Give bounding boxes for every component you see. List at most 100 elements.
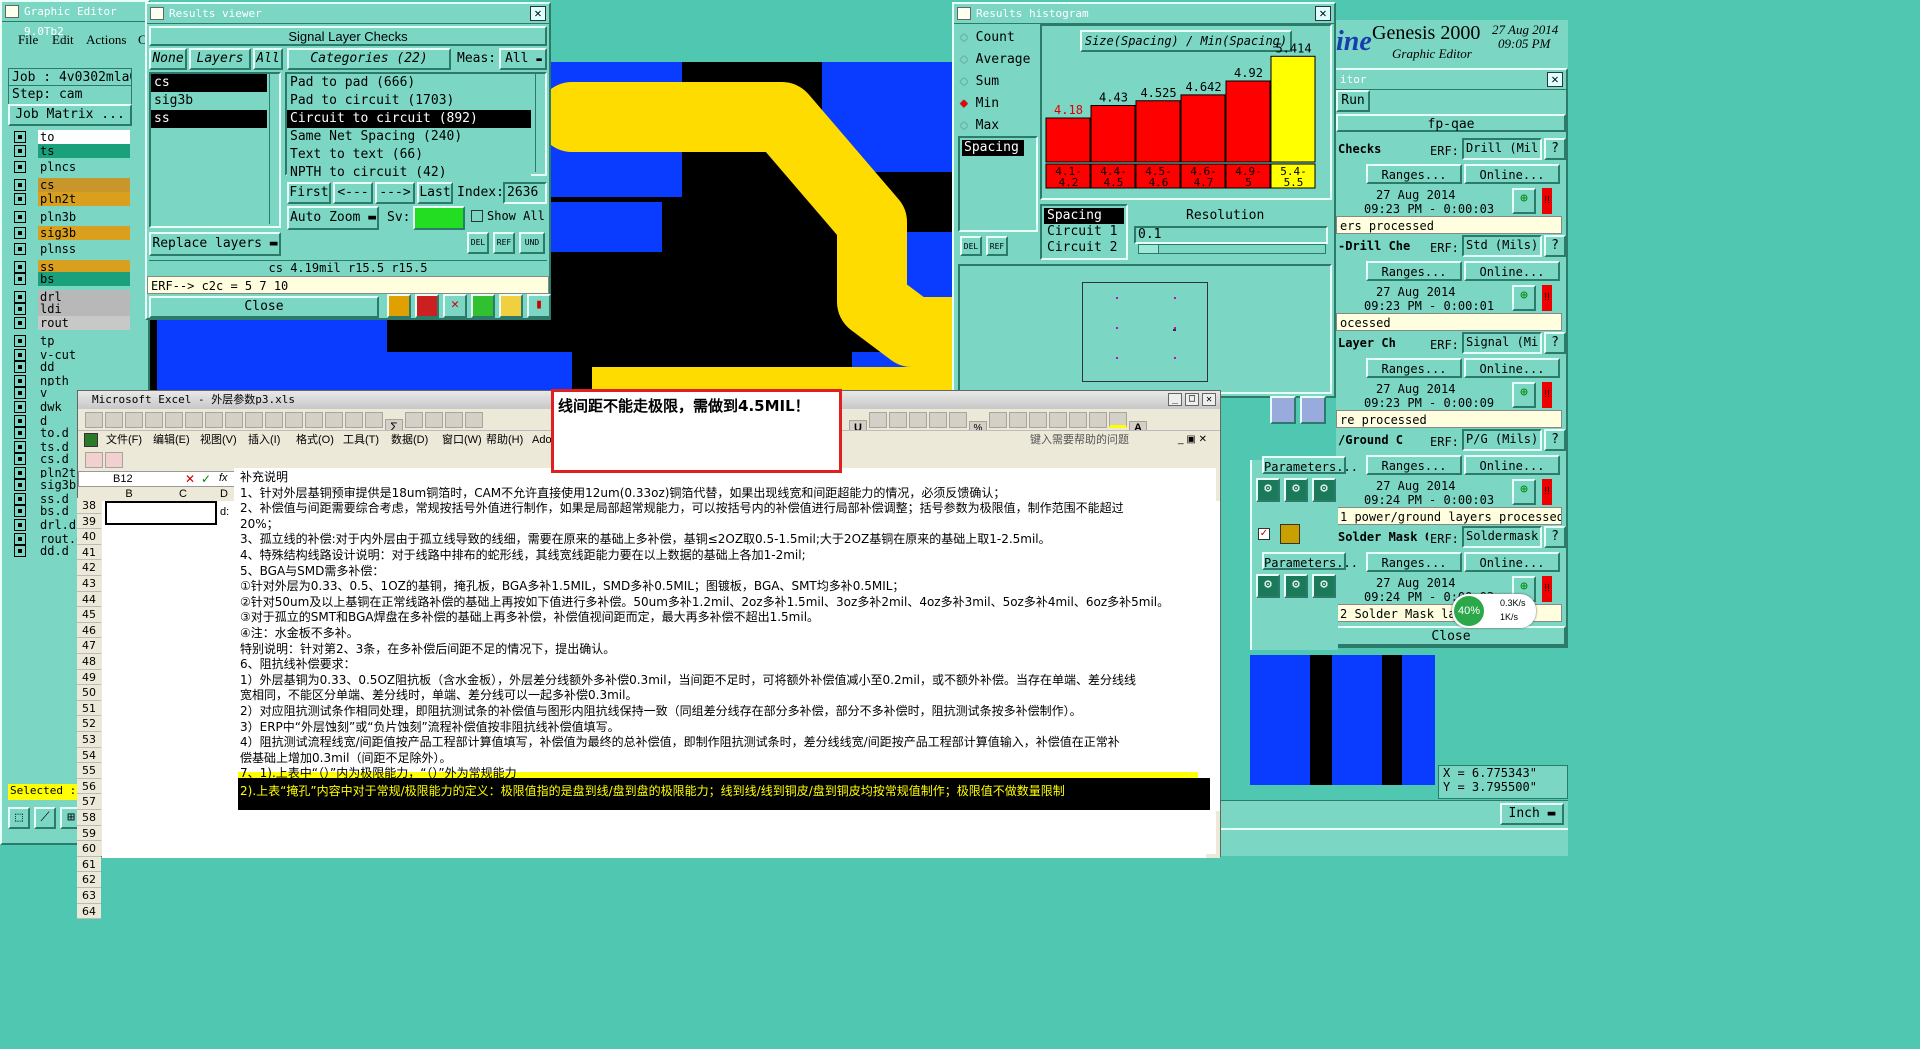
layer-row[interactable]: bs xyxy=(14,272,130,286)
fill-color-icon[interactable] xyxy=(1109,412,1127,428)
format-painter-icon[interactable] xyxy=(305,412,323,428)
paste-icon[interactable] xyxy=(285,412,303,428)
ranges-button[interactable]: Ranges... xyxy=(1366,358,1462,378)
row-number[interactable]: 47 xyxy=(77,638,101,654)
row-number[interactable]: 45 xyxy=(77,607,101,623)
histogram-bar[interactable] xyxy=(1180,94,1226,163)
borders-icon[interactable] xyxy=(1089,412,1107,428)
formula-cancel-icon[interactable]: ✕ xyxy=(185,472,195,486)
fx-label[interactable]: fx xyxy=(219,472,228,484)
layer-checkbox[interactable] xyxy=(14,161,26,173)
maximize-icon[interactable]: □ xyxy=(1185,393,1199,406)
row-number[interactable]: 40 xyxy=(77,529,101,545)
mode-radio[interactable]: ◆ Average xyxy=(960,52,1030,67)
index-input[interactable]: 2636 xyxy=(503,182,547,204)
layer-checkbox[interactable] xyxy=(14,335,26,347)
col-c[interactable]: C xyxy=(156,487,210,501)
histogram-bar[interactable] xyxy=(1135,100,1181,163)
sort-desc-icon[interactable] xyxy=(425,412,443,428)
layer-checkbox[interactable] xyxy=(14,519,26,531)
run-check-icon-3[interactable]: ⚙ xyxy=(1312,574,1336,598)
delete-mark-icon[interactable]: ✕ xyxy=(443,294,467,318)
close-icon[interactable]: ✕ xyxy=(1315,6,1331,21)
run-check-icon-2[interactable]: ⚙ xyxy=(1284,574,1308,598)
measure-item[interactable]: Circuit 1 xyxy=(1044,224,1124,240)
row-number[interactable]: 46 xyxy=(77,622,101,639)
drawing-icon[interactable] xyxy=(465,412,483,428)
row-number[interactable]: 56 xyxy=(77,778,101,795)
comma-icon[interactable] xyxy=(989,412,1007,428)
erf-select[interactable]: Std (Mils) xyxy=(1462,235,1542,257)
close-button[interactable]: Close xyxy=(149,296,379,318)
new-icon[interactable] xyxy=(85,412,103,428)
layer-checkbox[interactable] xyxy=(14,179,26,191)
font-color-icon[interactable]: A xyxy=(1129,421,1147,430)
excel-menu-item[interactable]: 数据(D) xyxy=(391,431,428,449)
excel-menu-item[interactable]: 文件(F) xyxy=(106,431,142,449)
online-button[interactable]: Online... xyxy=(1464,455,1560,475)
align-center-icon[interactable] xyxy=(889,412,907,428)
hist-ref-icon[interactable]: REF xyxy=(986,236,1008,256)
run-check-icon[interactable]: ⚙ xyxy=(1256,478,1280,502)
excel-menu-item[interactable]: 窗口(W) xyxy=(442,431,482,449)
layer-row[interactable]: pln2t xyxy=(14,192,130,206)
layer-checkbox[interactable] xyxy=(14,243,26,255)
tool-icon-2[interactable]: ⟋ xyxy=(34,807,56,829)
online-button[interactable]: Online... xyxy=(1464,164,1560,184)
save-icon[interactable] xyxy=(125,412,143,428)
layer-row[interactable]: dd xyxy=(14,360,130,374)
measure-item[interactable]: Spacing xyxy=(1044,208,1124,224)
layer-row[interactable]: ts xyxy=(14,144,130,158)
menu-edit[interactable]: Edit xyxy=(52,32,74,48)
report-icon[interactable] xyxy=(471,294,495,318)
preview-icon[interactable] xyxy=(185,412,203,428)
tool-icon-1[interactable]: ⬚ xyxy=(8,807,30,829)
row-number[interactable]: 58 xyxy=(77,810,101,826)
excel-menu-item[interactable]: 编辑(E) xyxy=(153,431,190,449)
mode-radio[interactable]: ◆ Count xyxy=(960,30,1015,45)
histogram-bar[interactable] xyxy=(1225,80,1271,163)
layer-checkbox[interactable] xyxy=(14,453,26,465)
permission-icon[interactable] xyxy=(145,412,163,428)
mode-radio[interactable]: ◆ Min xyxy=(960,96,999,111)
row-number[interactable]: 53 xyxy=(77,732,101,748)
cut-icon[interactable] xyxy=(245,412,263,428)
chart-icon[interactable] xyxy=(445,412,463,428)
checklist-close-button[interactable]: Close xyxy=(1336,626,1566,646)
row-number[interactable]: 54 xyxy=(77,747,101,764)
layer-checkbox[interactable] xyxy=(14,193,26,205)
layer-row[interactable]: cs xyxy=(14,178,130,192)
pdf-email-icon[interactable] xyxy=(105,452,123,468)
erf-select[interactable]: Soldermask xyxy=(1462,526,1542,548)
histogram-icon[interactable]: ▮ xyxy=(527,294,551,318)
row-number[interactable]: 61 xyxy=(77,856,101,873)
row-number[interactable]: 59 xyxy=(77,825,101,842)
layer-checkbox[interactable] xyxy=(14,303,26,315)
row-number[interactable]: 55 xyxy=(77,763,101,779)
mode-radio[interactable]: ◆ Max xyxy=(960,118,999,133)
undo-icon[interactable]: UND xyxy=(519,232,545,254)
col-b[interactable]: B xyxy=(102,487,156,501)
help-icon[interactable]: ? xyxy=(1544,526,1566,548)
meas-select[interactable]: All ▬ xyxy=(499,48,547,70)
merge-icon[interactable] xyxy=(929,412,947,428)
category-list-item[interactable]: Pad to pad (666) xyxy=(287,74,531,92)
mark-icon[interactable] xyxy=(415,294,439,318)
category-list-item[interactable]: Pad to circuit (1703) xyxy=(287,92,531,110)
check-name[interactable]: Layer Ch xyxy=(1338,336,1428,350)
resolution-slider[interactable] xyxy=(1138,244,1326,254)
name-box[interactable]: B12 xyxy=(113,473,133,485)
layer-checkbox[interactable] xyxy=(14,317,26,329)
layer-row[interactable]: to xyxy=(14,130,130,144)
layer-checkbox[interactable] xyxy=(14,227,26,239)
close-icon[interactable]: ✕ xyxy=(530,6,546,21)
category-list-item[interactable]: Same Net Spacing (240) xyxy=(287,128,531,146)
layer-checkbox[interactable] xyxy=(14,427,26,439)
help-search-input[interactable]: 键入需要帮助的问题 xyxy=(1030,431,1170,449)
excel-menu-item[interactable]: 工具(T) xyxy=(343,431,379,449)
solder-mask-checkbox[interactable]: ✓ xyxy=(1258,528,1270,540)
online-button[interactable]: Online... xyxy=(1464,261,1560,281)
prev-button[interactable]: <--- xyxy=(333,182,373,204)
histogram-list-item[interactable]: Spacing xyxy=(962,140,1024,156)
row-number[interactable]: 50 xyxy=(77,685,101,701)
